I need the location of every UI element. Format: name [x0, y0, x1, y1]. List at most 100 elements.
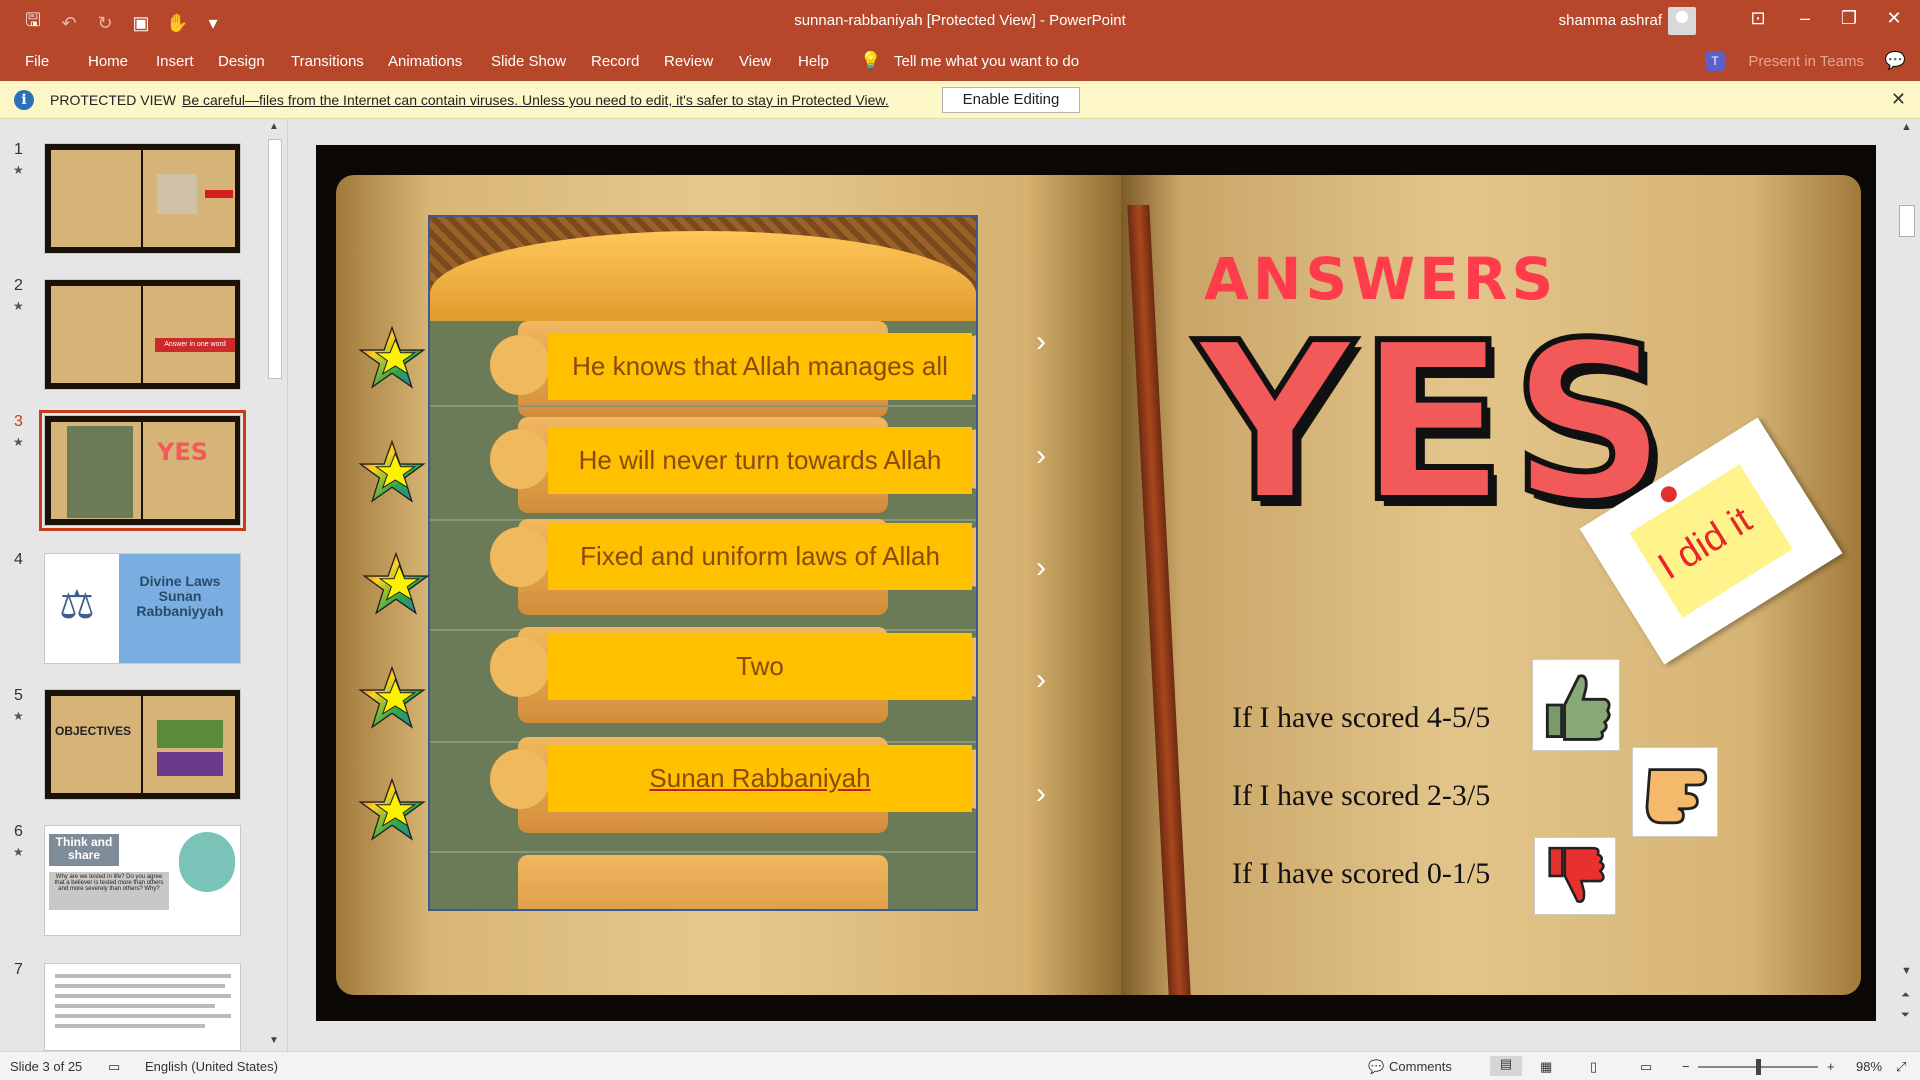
tab-file[interactable]: File: [25, 53, 49, 70]
slide-show-view-icon[interactable]: ▭: [1640, 1059, 1652, 1075]
slide-editor: He knows that Allah manages all He will …: [289, 119, 1893, 1051]
comments-button[interactable]: Comments: [1389, 1059, 1452, 1074]
tab-home[interactable]: Home: [88, 53, 128, 70]
previous-slide-icon[interactable]: ⏶: [1901, 989, 1910, 1002]
user-name[interactable]: shamma ashraf: [1559, 12, 1662, 29]
slide-number: 3: [14, 413, 23, 430]
ribbon-tabs: File Home Insert Design Transitions Anim…: [0, 43, 1920, 81]
scrollbar-thumb[interactable]: [1899, 205, 1915, 237]
slide-subtitle: Why are we tested in life? Do you agree …: [49, 872, 169, 910]
slide-scrollbar[interactable]: ▲ ▼ ⏶ ⏷: [1893, 119, 1920, 1051]
slide-number: 4: [14, 551, 23, 568]
protected-view-message[interactable]: Be careful—files from the Internet can c…: [182, 92, 889, 108]
tell-me-search[interactable]: Tell me what you want to do: [894, 53, 1079, 70]
zoom-level[interactable]: 98%: [1856, 1059, 1882, 1074]
chevron-right-icon: ›: [1036, 439, 1046, 472]
pushpin-icon: [1657, 483, 1680, 506]
avatar[interactable]: [1668, 7, 1696, 35]
score-line-2: If I have scored 2-3/5: [1232, 779, 1491, 812]
chevron-right-icon: ›: [1036, 663, 1046, 696]
slide-number: 7: [14, 961, 23, 978]
animation-star-icon: ★: [13, 299, 24, 313]
comments-icon[interactable]: 💬: [1368, 1059, 1384, 1075]
slide-thumbnail-1[interactable]: [44, 143, 241, 254]
rainbow-star-icon: [358, 665, 426, 729]
tab-insert[interactable]: Insert: [156, 53, 194, 70]
enable-editing-button[interactable]: Enable Editing: [942, 87, 1080, 113]
scroll-up-icon[interactable]: ▲: [1901, 121, 1912, 133]
comments-icon[interactable]: 💬: [1885, 51, 1906, 71]
protected-view-label: PROTECTED VIEW: [50, 92, 177, 108]
tab-review[interactable]: Review: [664, 53, 713, 70]
slide-sorter-icon[interactable]: ▦: [1540, 1059, 1552, 1075]
slide-thumbnail-4[interactable]: ⚖ Divine Laws Sunan Rabbaniyyah: [44, 553, 241, 664]
animation-star-icon: ★: [13, 709, 24, 723]
thinking-person-icon: [179, 832, 235, 892]
scroll-down-icon[interactable]: ▼: [269, 1035, 279, 1046]
slide-number: 2: [14, 277, 23, 294]
answer-3[interactable]: Fixed and uniform laws of Allah: [548, 523, 972, 590]
minimize-icon[interactable]: –: [1793, 8, 1817, 29]
info-icon: i: [14, 90, 34, 110]
present-in-teams-button[interactable]: Present in Teams: [1748, 53, 1864, 70]
slide-thumbnail-6[interactable]: Think and share Why are we tested in lif…: [44, 825, 241, 936]
slide-title: OBJECTIVES: [55, 724, 132, 738]
answer-4[interactable]: Two: [548, 633, 972, 700]
reading-view-icon[interactable]: ▯: [1590, 1059, 1597, 1075]
tab-view[interactable]: View: [739, 53, 771, 70]
tab-animations[interactable]: Animations: [388, 53, 462, 70]
status-bar: Slide 3 of 25 ▭ English (United States) …: [0, 1051, 1920, 1080]
yes-wordart: YES: [1193, 297, 1672, 550]
zoom-slider-knob[interactable]: [1756, 1059, 1761, 1075]
slide-thumbnail-3[interactable]: YES: [39, 410, 246, 531]
slide-thumbnail-2[interactable]: Answer in one word: [44, 279, 241, 390]
rainbow-star-icon: [358, 777, 426, 841]
thumb-sideways-icon: [1632, 747, 1718, 837]
thumbnail-scrollbar[interactable]: ▲ ▼: [266, 119, 284, 1051]
animation-star-icon: ★: [13, 845, 24, 859]
close-icon[interactable]: ✕: [1891, 89, 1906, 110]
tab-transitions[interactable]: Transitions: [291, 53, 364, 70]
score-line-1: If I have scored 4-5/5: [1232, 701, 1491, 734]
lightbulb-icon: 💡: [860, 51, 882, 70]
animation-star-icon: ★: [13, 435, 24, 449]
ribbon-display-icon[interactable]: ⊡: [1746, 8, 1770, 29]
scroll-down-icon[interactable]: ▼: [1901, 965, 1912, 977]
slide-thumbnail-7[interactable]: [44, 963, 241, 1051]
rainbow-star-icon: [358, 325, 426, 389]
accessibility-icon[interactable]: ▭: [108, 1059, 120, 1075]
tab-record[interactable]: Record: [591, 53, 639, 70]
chevron-right-icon: ›: [1036, 551, 1046, 584]
slide-canvas[interactable]: He knows that Allah manages all He will …: [316, 145, 1876, 1021]
slide-number: 1: [14, 141, 23, 158]
slide-title: Divine Laws Sunan Rabbaniyyah: [136, 573, 224, 619]
score-line-3: If I have scored 0-1/5: [1232, 857, 1491, 890]
fit-to-window-icon[interactable]: ⤢: [1896, 1059, 1906, 1075]
slide-number: 6: [14, 823, 23, 840]
slide-thumbnail-5[interactable]: OBJECTIVES: [44, 689, 241, 800]
scales-icon: ⚖: [59, 583, 95, 627]
teams-icon: T: [1705, 51, 1725, 71]
restore-icon[interactable]: ❐: [1837, 8, 1861, 29]
answer-1[interactable]: He knows that Allah manages all: [548, 333, 972, 400]
rainbow-star-icon: [362, 551, 430, 615]
tab-help[interactable]: Help: [798, 53, 829, 70]
slide-badge: Answer in one word: [155, 338, 235, 352]
next-slide-icon[interactable]: ⏷: [1901, 1009, 1910, 1022]
zoom-out-icon[interactable]: −: [1682, 1059, 1690, 1074]
normal-view-icon[interactable]: ▤: [1490, 1056, 1522, 1076]
tab-design[interactable]: Design: [218, 53, 265, 70]
scroll-up-icon[interactable]: ▲: [269, 121, 279, 132]
zoom-in-icon[interactable]: +: [1827, 1059, 1835, 1074]
answer-2[interactable]: He will never turn towards Allah: [548, 427, 972, 494]
answer-5-link[interactable]: Sunan Rabbaniyah: [548, 745, 972, 812]
answers-panel: He knows that Allah manages all He will …: [428, 215, 978, 911]
tab-slide-show[interactable]: Slide Show: [491, 53, 566, 70]
slide-counter: Slide 3 of 25: [10, 1059, 83, 1074]
scrollbar-thumb[interactable]: [268, 139, 282, 379]
close-window-icon[interactable]: ✕: [1882, 8, 1906, 29]
chevron-right-icon: ›: [1036, 325, 1046, 358]
thumbs-up-icon: [1532, 659, 1620, 751]
language-indicator[interactable]: English (United States): [145, 1059, 278, 1074]
chevron-right-icon: ›: [1036, 777, 1046, 810]
